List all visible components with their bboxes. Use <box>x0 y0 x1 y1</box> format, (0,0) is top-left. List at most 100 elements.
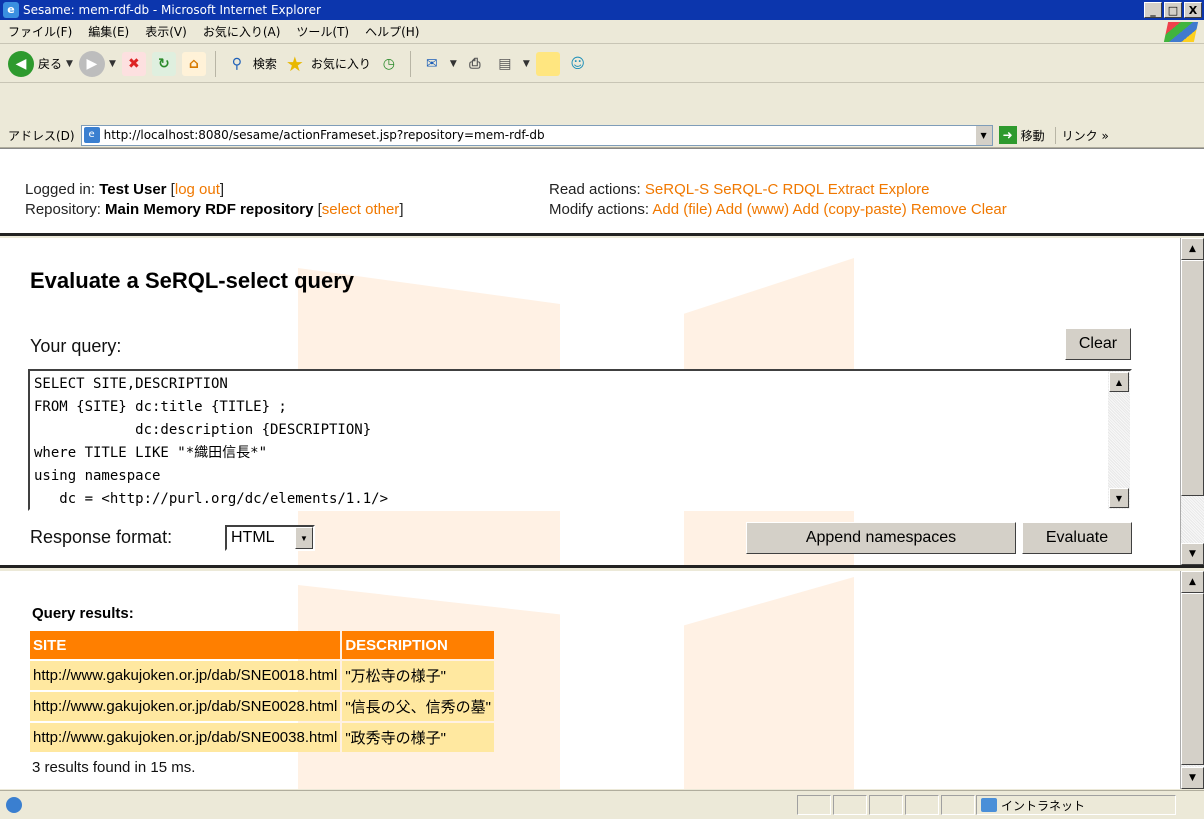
go-button[interactable]: ➜ 移動 <box>998 126 1045 144</box>
query-textarea[interactable]: SELECT SITE,DESCRIPTION FROM {SITE} dc:t… <box>28 369 1132 511</box>
action-clear[interactable]: Clear <box>971 201 1007 218</box>
window-controls: _ □ X <box>1144 2 1202 18</box>
scroll-up-icon[interactable]: ▲ <box>1181 238 1204 260</box>
select-other-link[interactable]: select other <box>322 201 400 218</box>
results-table: SITE DESCRIPTION http://www.gakujoken.or… <box>28 629 496 754</box>
status-cell <box>797 795 831 815</box>
clear-button[interactable]: Clear <box>1065 328 1131 360</box>
query-text[interactable]: SELECT SITE,DESCRIPTION FROM {SITE} dc:t… <box>30 371 1130 513</box>
minimize-button[interactable]: _ <box>1144 2 1162 18</box>
ie-icon: e <box>3 2 19 18</box>
toolbar: ◀ 戻る ▼ ▶ ▼ ✖ ↻ ⌂ ⚲ 検索 ★ お気に入り ◷ ✉ ▼ ⎙ ▤ … <box>0 45 1204 83</box>
page-title: Evaluate a SeRQL-select query <box>30 268 355 293</box>
scroll-up-icon[interactable]: ▲ <box>1109 372 1129 392</box>
action-serql-c[interactable]: SeRQL-C <box>713 181 778 198</box>
append-namespaces-button[interactable]: Append namespaces <box>746 522 1016 554</box>
toolbar-separator <box>409 50 411 77</box>
search-icon: ⚲ <box>231 55 242 72</box>
cell-site: http://www.gakujoken.or.jp/dab/SNE0038.h… <box>30 723 341 752</box>
messenger-icon[interactable]: ☺ <box>566 52 590 76</box>
go-arrow-icon: ➜ <box>998 126 1017 144</box>
menu-file[interactable]: ファイル(F) <box>0 23 80 40</box>
maximize-button[interactable]: □ <box>1164 2 1182 18</box>
read-actions-label: Read actions: <box>549 181 641 198</box>
status-cell <box>869 795 903 815</box>
action-add-copy-paste[interactable]: Add (copy-paste) <box>792 201 906 218</box>
header-frame: Logged in: Test User [log out] Repositor… <box>0 148 1204 236</box>
home-icon[interactable]: ⌂ <box>181 51 206 76</box>
links-button[interactable]: リンク » <box>1054 126 1109 144</box>
logged-in-label: Logged in: <box>25 181 96 198</box>
back-arrow-icon: ◀ <box>8 50 34 77</box>
edit-dropdown-icon[interactable]: ▼ <box>523 59 530 69</box>
cell-description: "信長の父、信秀の墓" <box>342 692 494 721</box>
cell-description: "万松寺の様子" <box>342 661 494 690</box>
results-header-row: SITE DESCRIPTION <box>30 631 494 659</box>
response-format-select[interactable]: HTML ▼ <box>225 525 315 551</box>
query-frame-scrollbar[interactable]: ▲ ▼ <box>1180 238 1204 565</box>
menu-help[interactable]: ヘルプ(H) <box>357 23 427 40</box>
window-title: Sesame: mem-rdf-db - Microsoft Internet … <box>23 3 321 17</box>
windows-logo-icon <box>1163 22 1199 42</box>
action-explore[interactable]: Explore <box>879 181 930 198</box>
scroll-down-icon[interactable]: ▼ <box>1181 767 1204 789</box>
address-input[interactable]: e http://localhost:8080/sesame/actionFra… <box>80 124 993 146</box>
menu-view[interactable]: 表示(V) <box>137 23 195 40</box>
forward-dropdown-icon[interactable]: ▼ <box>109 59 116 69</box>
go-label: 移動 <box>1020 128 1045 143</box>
action-add-file[interactable]: Add (file) <box>652 201 712 218</box>
user-name: Test User <box>99 181 167 198</box>
favorites-button[interactable]: ★ お気に入り <box>283 52 371 76</box>
action-serql-s[interactable]: SeRQL-S <box>645 181 709 198</box>
toolbar-separator <box>214 50 216 77</box>
scroll-down-icon[interactable]: ▼ <box>1181 543 1204 565</box>
query-frame: Evaluate a SeRQL-select query Your query… <box>0 238 1204 568</box>
results-frame: Query results: SITE DESCRIPTION http://w… <box>0 571 1204 789</box>
results-summary: 3 results found in 15 ms. <box>32 759 196 776</box>
menu-edit[interactable]: 編集(E) <box>80 23 137 40</box>
login-info: Logged in: Test User [log out] Repositor… <box>25 181 404 218</box>
status-bar: イントラネット <box>0 790 1204 819</box>
page-icon: e <box>83 127 100 143</box>
textarea-scrollbar[interactable]: ▲ ▼ <box>1108 371 1130 509</box>
address-label: アドレス(D) <box>8 128 75 143</box>
print-icon[interactable]: ⎙ <box>463 52 487 76</box>
logout-link[interactable]: log out <box>175 181 220 198</box>
scroll-down-icon[interactable]: ▼ <box>1109 488 1129 508</box>
menu-favorites[interactable]: お気に入り(A) <box>195 23 289 40</box>
evaluate-button[interactable]: Evaluate <box>1022 522 1132 554</box>
window-title-bar: e Sesame: mem-rdf-db - Microsoft Interne… <box>0 0 1204 20</box>
back-dropdown-icon[interactable]: ▼ <box>66 59 73 69</box>
address-dropdown-icon[interactable]: ▼ <box>974 125 992 145</box>
stop-icon[interactable]: ✖ <box>121 51 146 76</box>
history-icon[interactable]: ◷ <box>377 52 401 76</box>
action-remove[interactable]: Remove <box>911 201 967 218</box>
repository-name: Main Memory RDF repository <box>105 201 314 218</box>
modify-actions-label: Modify actions: <box>549 201 650 218</box>
close-button[interactable]: X <box>1184 2 1202 18</box>
discuss-icon[interactable] <box>535 51 560 76</box>
zone-label: イントラネット <box>1001 798 1086 813</box>
scrollbar-thumb[interactable] <box>1181 593 1204 765</box>
refresh-icon[interactable]: ↻ <box>151 51 176 76</box>
action-add-www[interactable]: Add (www) <box>716 201 789 218</box>
back-button[interactable]: ◀ 戻る ▼ <box>8 50 73 77</box>
forward-button[interactable]: ▶ ▼ <box>78 50 116 77</box>
action-rdql[interactable]: RDQL <box>782 181 823 198</box>
scrollbar-thumb[interactable] <box>1181 260 1204 496</box>
intranet-icon <box>981 798 997 812</box>
mail-dropdown-icon[interactable]: ▼ <box>450 59 457 69</box>
status-cells <box>797 795 975 815</box>
menu-tools[interactable]: ツール(T) <box>288 23 357 40</box>
table-row: http://www.gakujoken.or.jp/dab/SNE0018.h… <box>30 661 494 690</box>
scroll-up-icon[interactable]: ▲ <box>1181 571 1204 593</box>
star-icon: ★ <box>285 51 304 76</box>
mail-icon[interactable]: ✉ <box>420 52 444 76</box>
edit-icon[interactable]: ▤ <box>493 52 517 76</box>
action-extract[interactable]: Extract <box>828 181 875 198</box>
search-button[interactable]: ⚲ 検索 <box>225 52 277 76</box>
address-url[interactable]: http://localhost:8080/sesame/actionFrame… <box>104 128 545 142</box>
chevron-down-icon[interactable]: ▼ <box>295 527 313 549</box>
results-frame-scrollbar[interactable]: ▲ ▼ <box>1180 571 1204 789</box>
results-title: Query results: <box>32 605 134 622</box>
